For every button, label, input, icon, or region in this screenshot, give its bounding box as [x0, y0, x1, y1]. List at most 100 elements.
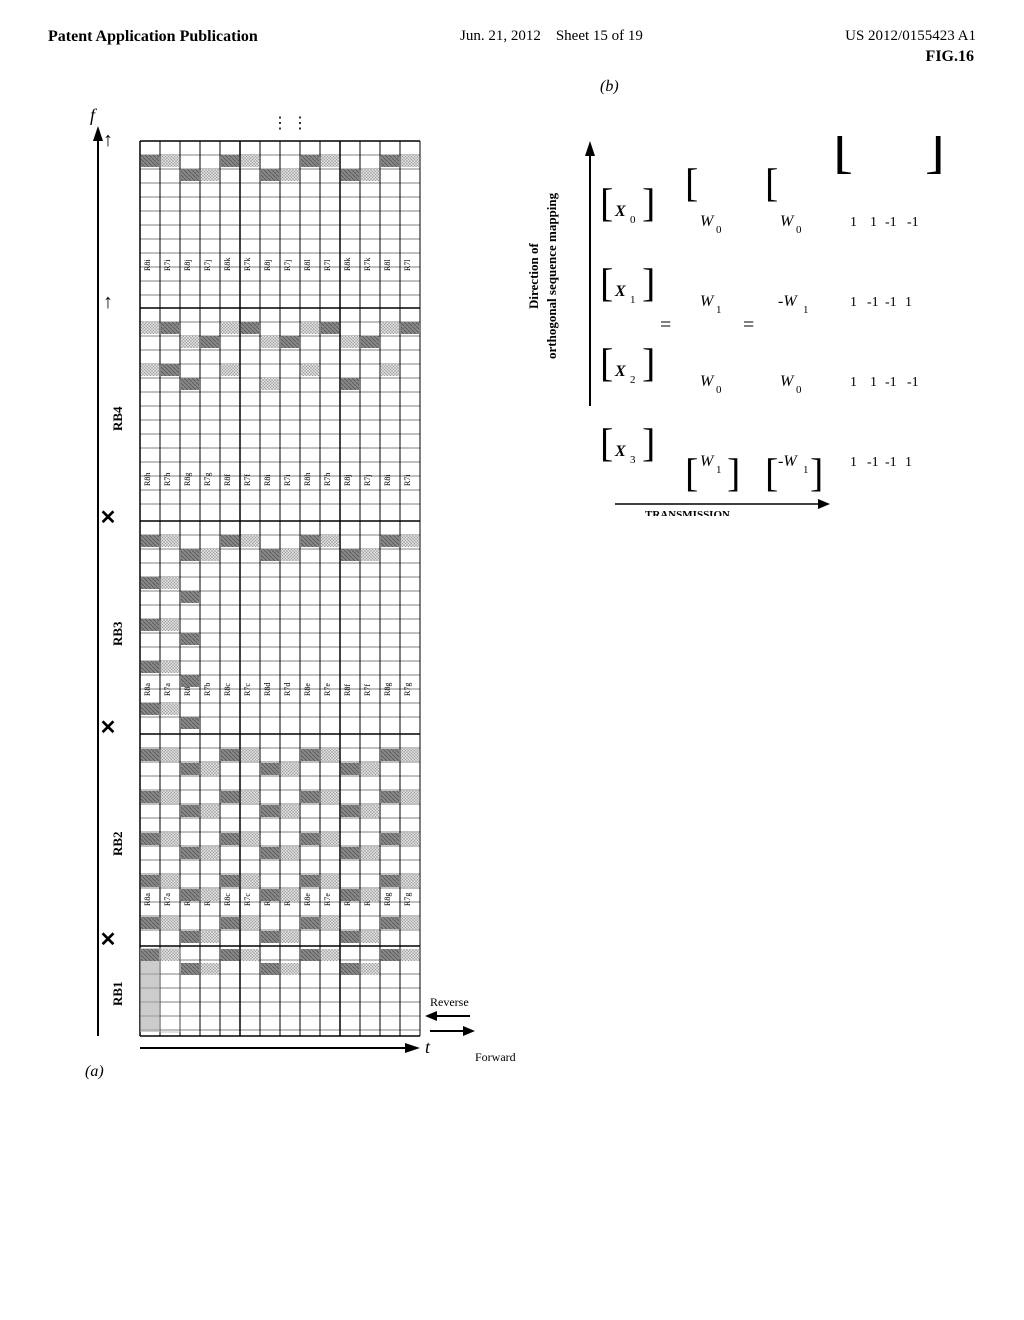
- svg-text:[: [: [685, 160, 698, 205]
- svg-text:1: 1: [905, 295, 912, 310]
- svg-text:R8k: R8k: [343, 258, 352, 271]
- svg-text:-1: -1: [867, 455, 879, 470]
- svg-text:R7i: R7i: [283, 474, 292, 486]
- svg-text:-W: -W: [778, 293, 798, 310]
- svg-text:RB2: RB2: [110, 831, 125, 856]
- svg-text:R7a: R7a: [163, 893, 172, 906]
- svg-text:✕: ✕: [100, 507, 117, 529]
- svg-text:W: W: [780, 373, 795, 390]
- svg-text:-1: -1: [907, 375, 919, 390]
- svg-text:]: ]: [727, 450, 740, 495]
- svg-text:1: 1: [870, 375, 877, 390]
- svg-text:R8h: R8h: [303, 473, 312, 486]
- svg-text:R7h: R7h: [323, 473, 332, 486]
- svg-text:[: [: [833, 136, 853, 179]
- svg-text:R7e: R7e: [323, 683, 332, 696]
- svg-text:R8d: R8d: [263, 683, 272, 696]
- direction-label: Direction oforthogonal sequence mapping: [525, 136, 561, 416]
- svg-text:R8e: R8e: [303, 893, 312, 906]
- svg-text:[: [: [685, 450, 698, 495]
- svg-text:]: ]: [642, 260, 655, 305]
- svg-text:1: 1: [850, 295, 857, 310]
- svg-text:]: ]: [642, 420, 655, 465]
- svg-text:TRANSMISSION: TRANSMISSION: [645, 509, 730, 516]
- svg-text:R8k: R8k: [223, 258, 232, 271]
- svg-text:-1: -1: [907, 215, 919, 230]
- svg-text:[: [: [600, 340, 613, 385]
- svg-text:R7h: R7h: [163, 473, 172, 486]
- svg-text:Reverse: Reverse: [430, 995, 469, 1009]
- svg-text:R7l: R7l: [323, 259, 332, 271]
- svg-text:R8g: R8g: [183, 473, 192, 486]
- svg-text:R8e: R8e: [303, 683, 312, 696]
- svg-text:=: =: [660, 314, 671, 336]
- svg-text:R8l: R8l: [303, 259, 312, 271]
- svg-text:R7l: R7l: [403, 259, 412, 271]
- svg-text:W: W: [700, 453, 715, 470]
- svg-text:RB1: RB1: [110, 981, 125, 1006]
- svg-text:1: 1: [803, 464, 809, 476]
- svg-text:1: 1: [870, 215, 877, 230]
- svg-text:R7j: R7j: [203, 259, 212, 271]
- svg-text:R8c: R8c: [223, 893, 232, 906]
- figure-label: FIG.16: [926, 48, 974, 66]
- svg-text:0: 0: [716, 384, 722, 396]
- svg-text:R7k: R7k: [363, 258, 372, 271]
- svg-text:-1: -1: [885, 295, 897, 310]
- svg-text:R7g: R7g: [403, 893, 412, 906]
- svg-text:RB3: RB3: [110, 621, 125, 646]
- page-header: Patent Application Publication Jun. 21, …: [0, 0, 1024, 46]
- svg-text:=: =: [743, 314, 754, 336]
- svg-text:[: [: [600, 180, 613, 225]
- svg-text:1: 1: [850, 455, 857, 470]
- svg-text:X: X: [614, 203, 626, 220]
- svg-text:R8j: R8j: [183, 259, 192, 271]
- svg-text:3: 3: [630, 454, 636, 466]
- svg-text:↑: ↑: [103, 129, 113, 151]
- svg-text:R8i: R8i: [263, 474, 272, 486]
- svg-text:1: 1: [716, 464, 722, 476]
- main-grid: [140, 141, 420, 1036]
- pub-date: Jun. 21, 2012: [460, 28, 541, 44]
- svg-text:1: 1: [630, 294, 636, 306]
- svg-text:R7a: R7a: [163, 683, 172, 696]
- svg-text:R8j: R8j: [263, 259, 272, 271]
- part-a-diagram: f t ⋮ ⋮ ✕ ✕ ✕ ↑ ↑ RB1 RB2: [80, 86, 500, 1091]
- svg-text:W: W: [700, 293, 715, 310]
- svg-text:-1: -1: [885, 375, 897, 390]
- svg-text:W: W: [780, 213, 795, 230]
- svg-text:0: 0: [716, 224, 722, 236]
- svg-text:1: 1: [716, 304, 722, 316]
- svg-text:[: [: [765, 160, 778, 205]
- svg-text:R7c: R7c: [243, 893, 252, 906]
- svg-text:f: f: [90, 105, 98, 125]
- svg-text:X: X: [614, 443, 626, 460]
- patent-number: US 2012/0155423 A1: [845, 28, 976, 45]
- svg-text:1: 1: [803, 304, 809, 316]
- svg-text:R8g: R8g: [383, 683, 392, 696]
- svg-text:✕: ✕: [100, 929, 117, 951]
- svg-text:1: 1: [905, 455, 912, 470]
- svg-text:R7i: R7i: [163, 259, 172, 271]
- svg-text:0: 0: [796, 384, 802, 396]
- svg-text:⋮: ⋮: [292, 115, 308, 132]
- svg-text:]: ]: [925, 136, 945, 179]
- svg-text:-1: -1: [885, 215, 897, 230]
- svg-text:-1: -1: [867, 295, 879, 310]
- svg-text:R8f: R8f: [223, 474, 232, 486]
- part-b-label: (b): [600, 78, 619, 96]
- svg-text:R8c: R8c: [223, 683, 232, 696]
- svg-text:R7d: R7d: [283, 683, 292, 696]
- svg-text:R7f: R7f: [243, 474, 252, 486]
- main-content: f t ⋮ ⋮ ✕ ✕ ✕ ↑ ↑ RB1 RB2: [0, 46, 1024, 1286]
- svg-text:W: W: [700, 213, 715, 230]
- svg-text:RB4: RB4: [110, 406, 125, 431]
- svg-text:]: ]: [642, 180, 655, 225]
- svg-text:-1: -1: [885, 455, 897, 470]
- part-a-label: (a): [85, 1063, 104, 1081]
- svg-text:R8j: R8j: [343, 474, 352, 486]
- svg-text:[: [: [600, 260, 613, 305]
- svg-text:2: 2: [630, 374, 636, 386]
- svg-text:R8l: R8l: [383, 259, 392, 271]
- svg-text:]: ]: [642, 340, 655, 385]
